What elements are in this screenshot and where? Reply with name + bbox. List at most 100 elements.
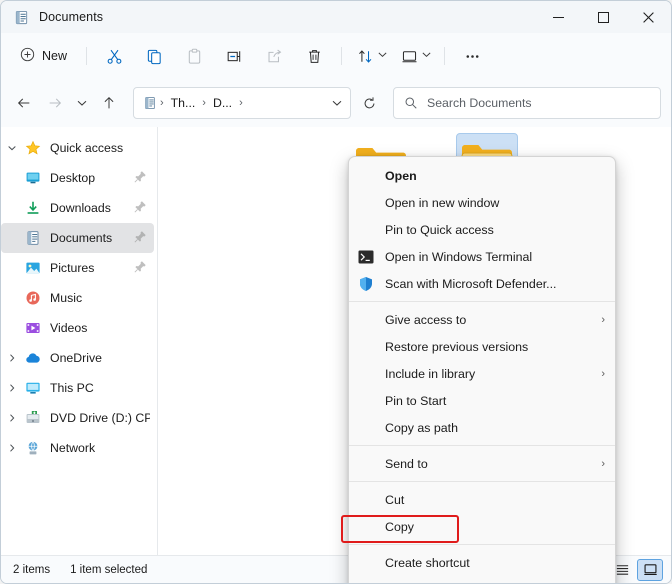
pin-icon[interactable] xyxy=(134,230,150,246)
back-button[interactable] xyxy=(9,88,39,118)
menu-item-copy-as-path[interactable]: Copy as path xyxy=(349,414,615,441)
ellipsis-icon xyxy=(466,54,479,58)
search-input[interactable] xyxy=(427,96,650,110)
view-toggles xyxy=(609,558,667,581)
new-button[interactable]: New xyxy=(11,40,78,72)
up-button[interactable] xyxy=(94,88,124,118)
path-documents-icon xyxy=(143,96,157,110)
close-button[interactable] xyxy=(626,1,671,33)
documents-icon xyxy=(23,230,43,246)
sidebar-item-network[interactable]: Network xyxy=(1,433,154,463)
sidebar-item-label: This PC xyxy=(50,381,94,395)
breadcrumb-dropdown-icon[interactable] xyxy=(326,90,348,116)
menu-item-scan-with-microsoft-defender[interactable]: Scan with Microsoft Defender... xyxy=(349,270,615,297)
sidebar-item-label: Videos xyxy=(50,321,88,335)
sort-button[interactable] xyxy=(350,40,392,72)
paste-icon xyxy=(188,48,200,64)
pin-icon[interactable] xyxy=(134,170,150,186)
menu-item-label: Pin to Start xyxy=(385,393,447,408)
pin-icon[interactable] xyxy=(134,200,150,216)
selection-label: 1 item selected xyxy=(70,563,148,576)
menu-item-open-in-windows-terminal[interactable]: Open in Windows Terminal xyxy=(349,243,615,270)
file-explorer-window: Documents New › Th... › D... › Search Do… xyxy=(0,0,672,584)
breadcrumb-item-1[interactable]: D... xyxy=(209,94,236,112)
sidebar-item-pictures[interactable]: Pictures xyxy=(1,253,154,283)
sidebar-item-label: OneDrive xyxy=(50,351,102,365)
chevron-down-icon-2 xyxy=(421,47,432,65)
menu-item-pin-to-start[interactable]: Pin to Start xyxy=(349,387,615,414)
chevron-right-icon[interactable] xyxy=(1,443,23,453)
sidebar-item-this-pc[interactable]: This PC xyxy=(1,373,154,403)
defender-shield-icon xyxy=(355,276,377,292)
menu-item-open[interactable]: Open xyxy=(349,162,615,189)
breadcrumb[interactable]: › Th... › D... › xyxy=(133,87,351,119)
menu-item-label: Cut xyxy=(385,492,405,507)
menu-item-open-in-new-window[interactable]: Open in new window xyxy=(349,189,615,216)
address-bar: › Th... › D... › xyxy=(1,79,671,127)
sidebar-item-label: DVD Drive (D:) CPRA xyxy=(50,411,150,425)
view-button[interactable] xyxy=(394,40,436,72)
share-icon xyxy=(268,49,281,62)
sidebar-item-dvd-drive-d-cpra[interactable]: DVD Drive (D:) CPRA xyxy=(1,403,154,433)
window-title: Documents xyxy=(39,10,104,24)
chevron-right-icon[interactable] xyxy=(1,413,23,423)
sidebar-item-downloads[interactable]: Downloads xyxy=(1,193,154,223)
menu-item-give-access-to[interactable]: Give access to › xyxy=(349,306,615,333)
crumb-separator-0: › xyxy=(160,97,164,109)
menu-item-send-to[interactable]: Send to › xyxy=(349,450,615,477)
menu-item-label: Open in new window xyxy=(385,195,500,210)
menu-separator xyxy=(349,481,615,482)
menu-item-label: Scan with Microsoft Defender... xyxy=(385,276,557,291)
chevron-right-icon[interactable] xyxy=(1,383,23,393)
menu-separator xyxy=(349,301,615,302)
share-button[interactable] xyxy=(255,40,293,72)
sidebar-item-label: Network xyxy=(50,441,96,455)
menu-item-label: Open in Windows Terminal xyxy=(385,249,533,264)
cut-button[interactable] xyxy=(95,40,133,72)
menu-item-create-shortcut[interactable]: Create shortcut xyxy=(349,549,615,576)
large-icons-view-icon[interactable] xyxy=(637,558,663,581)
sidebar-item-quick-access[interactable]: Quick access xyxy=(1,133,154,163)
rename-button[interactable] xyxy=(215,40,253,72)
menu-item-label: Create shortcut xyxy=(385,555,470,570)
recent-locations-button[interactable] xyxy=(71,88,93,118)
copy-button[interactable] xyxy=(135,40,173,72)
music-icon xyxy=(23,290,43,306)
dvd-icon xyxy=(23,410,43,426)
chevron-down-icon[interactable] xyxy=(1,143,23,153)
menu-item-delete[interactable]: Delete xyxy=(349,576,615,584)
toolbar-separator xyxy=(86,47,88,65)
forward-button[interactable] xyxy=(40,88,70,118)
search-box[interactable] xyxy=(393,87,661,119)
chevron-right-icon[interactable] xyxy=(1,353,23,363)
paste-button[interactable] xyxy=(175,40,213,72)
menu-item-cut[interactable]: Cut xyxy=(349,486,615,513)
menu-item-include-in-library[interactable]: Include in library › xyxy=(349,360,615,387)
sidebar-item-music[interactable]: Music xyxy=(1,283,154,313)
sidebar-item-onedrive[interactable]: OneDrive xyxy=(1,343,154,373)
onedrive-icon xyxy=(23,350,43,366)
context-menu[interactable]: Open Open in new window Pin to Quick acces… xyxy=(348,156,616,584)
chevron-right-icon: › xyxy=(601,313,605,326)
rename-icon xyxy=(227,50,240,62)
menu-item-label: Send to xyxy=(385,456,428,471)
sidebar-item-documents[interactable]: Documents xyxy=(1,223,154,253)
breadcrumb-item-0[interactable]: Th... xyxy=(167,94,200,112)
sidebar-item-videos[interactable]: Videos xyxy=(1,313,154,343)
item-count-label: 2 items xyxy=(13,563,51,576)
see-more-button[interactable] xyxy=(453,40,491,72)
sidebar-item-desktop[interactable]: Desktop xyxy=(1,163,154,193)
minimize-button[interactable] xyxy=(536,1,581,33)
pin-icon[interactable] xyxy=(134,260,150,276)
menu-item-label: Pin to Quick access xyxy=(385,222,494,237)
refresh-button[interactable] xyxy=(354,88,384,118)
menu-item-pin-to-quick-access[interactable]: Pin to Quick access xyxy=(349,216,615,243)
menu-item-label: Copy as path xyxy=(385,420,459,435)
menu-item-restore-previous-versions[interactable]: Restore previous versions xyxy=(349,333,615,360)
menu-item-copy[interactable]: Copy xyxy=(349,513,615,540)
delete-button[interactable] xyxy=(295,40,333,72)
documents-icon xyxy=(13,9,29,25)
sidebar-item-label: Quick access xyxy=(50,141,124,155)
menu-item-label: Open xyxy=(385,168,417,183)
maximize-button[interactable] xyxy=(581,1,626,33)
